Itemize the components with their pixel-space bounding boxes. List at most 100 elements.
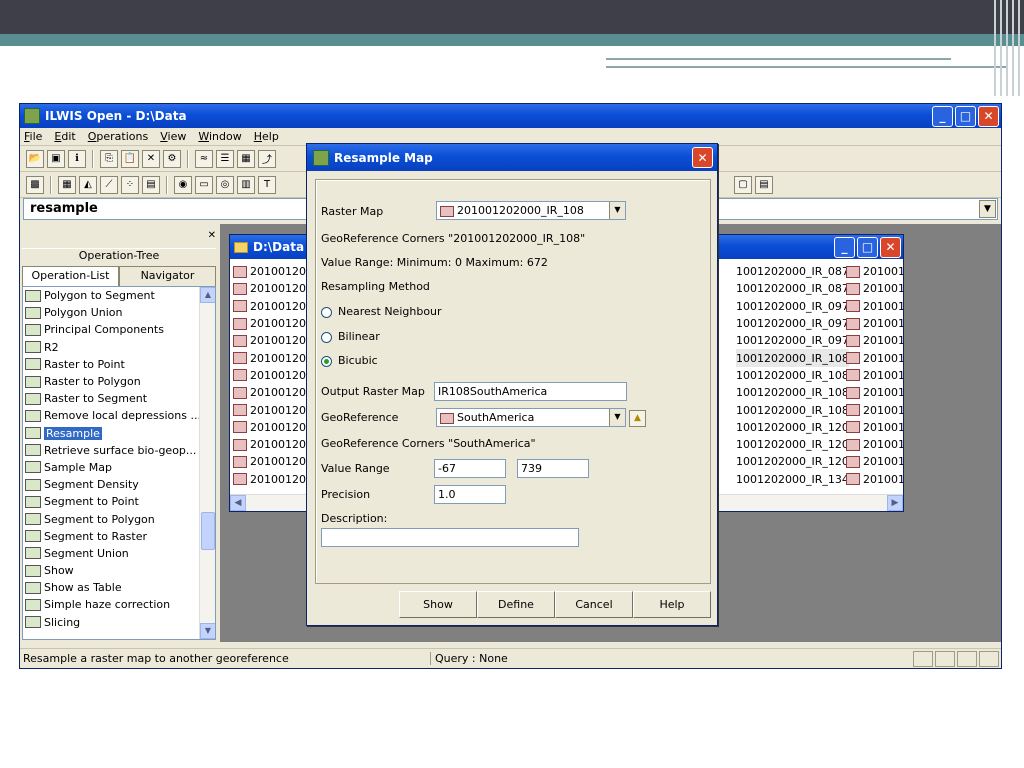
up-folder-icon[interactable]: ⤴	[258, 149, 276, 168]
catalog-item[interactable]: 201001201	[233, 298, 313, 315]
operation-list-item[interactable]: Raster to Segment	[23, 390, 215, 407]
folder-icon[interactable]: ▢	[734, 175, 752, 194]
catalog-item[interactable]: 2010012	[846, 453, 903, 470]
tab-operation-tree[interactable]: Operation-Tree	[22, 248, 216, 268]
output-raster-map-input[interactable]: IR108SouthAmerica	[434, 382, 627, 401]
catalog-item[interactable]: 1001202000_IR_108	[736, 367, 849, 384]
operation-list-item[interactable]: Retrieve surface bio-geop...	[23, 442, 215, 459]
catalog-item[interactable]: 2010012	[846, 298, 903, 315]
catalog-item[interactable]: 1001202000_IR_120	[736, 453, 849, 470]
minimize-button[interactable]: _	[932, 105, 953, 127]
sample-set-icon[interactable]: ◎	[216, 175, 234, 194]
operation-list-item[interactable]: Principal Components	[23, 321, 215, 338]
operation-list-item[interactable]: Segment Union	[23, 545, 215, 562]
catalog-item[interactable]: 201001201	[233, 280, 313, 297]
menu-operations[interactable]: Operations	[88, 130, 149, 143]
map-view-icon[interactable]: ◉	[174, 175, 192, 194]
operation-list-item[interactable]: Show	[23, 562, 215, 579]
value-range-max-input[interactable]: 739	[517, 459, 589, 478]
catalog-item[interactable]: 2010012	[846, 401, 903, 418]
operation-list-item[interactable]: Resample	[23, 425, 215, 442]
main-titlebar[interactable]: ILWIS Open - D:\Data _ □ ✕	[20, 104, 1001, 128]
chevron-down-icon[interactable]: ▼	[609, 202, 625, 219]
operation-list-item[interactable]: Sample Map	[23, 459, 215, 476]
operation-list-item[interactable]: Segment Density	[23, 476, 215, 493]
map-list-icon[interactable]: ▭	[195, 175, 213, 194]
create-georeference-button[interactable]: ▲	[629, 410, 646, 427]
catalog-item[interactable]: 2010012	[846, 280, 903, 297]
cancel-button[interactable]: Cancel	[555, 591, 633, 618]
catalog-item[interactable]: 201001201	[233, 367, 313, 384]
catalog-item[interactable]: 1001202000_IR_108	[736, 349, 849, 367]
catalog-item[interactable]: 201001201	[233, 384, 313, 401]
tab-navigator[interactable]: Navigator	[119, 266, 216, 286]
close-button[interactable]: ✕	[880, 236, 901, 258]
scroll-up-icon[interactable]: ▲	[200, 287, 215, 303]
raster-map-icon[interactable]: ▦	[58, 175, 76, 194]
catalog-item[interactable]: 2010012	[846, 315, 903, 332]
catalog-item[interactable]: 2010012	[846, 263, 903, 280]
catalog-item[interactable]: 201001201	[233, 401, 313, 418]
table-icon[interactable]: ▤	[142, 175, 160, 194]
catalog-item[interactable]: 201001201	[233, 315, 313, 332]
catalog-item[interactable]: 2010012	[846, 384, 903, 401]
menu-view[interactable]: View	[160, 130, 186, 143]
tab-operation-list[interactable]: Operation-List	[22, 266, 119, 286]
segment-map-icon[interactable]: ⟋	[100, 175, 118, 194]
operation-list-scrollbar[interactable]: ▲ ▼	[199, 287, 215, 639]
close-button[interactable]: ✕	[978, 105, 999, 127]
details-icon[interactable]: ▦	[237, 149, 255, 168]
catalog-item[interactable]: 1001202000_IR_097	[736, 332, 849, 349]
script-icon[interactable]: ▥	[237, 175, 255, 194]
ilwis-icon[interactable]: ▩	[26, 175, 44, 194]
point-map-icon[interactable]: ⁘	[121, 175, 139, 194]
operation-list-item[interactable]: Polygon Union	[23, 304, 215, 321]
operation-list-item[interactable]: Remove local depressions ...	[23, 407, 215, 424]
maximize-button[interactable]: □	[857, 236, 878, 258]
show-button[interactable]: Show	[399, 591, 477, 618]
menu-edit[interactable]: Edit	[54, 130, 75, 143]
catalog-item[interactable]: 201001201	[233, 436, 313, 453]
annotation-icon[interactable]: ▤	[755, 175, 773, 194]
catalog-item[interactable]: 2010012	[846, 471, 903, 488]
scroll-left-icon[interactable]: ◀	[230, 495, 246, 511]
copy-icon[interactable]: ⎘	[100, 149, 118, 168]
catalog-item[interactable]: 2010012	[846, 419, 903, 436]
radio-bilinear[interactable]: Bilinear	[321, 330, 380, 343]
menu-window[interactable]: Window	[198, 130, 241, 143]
catalog-item[interactable]: 201001201	[233, 419, 313, 436]
operation-list-item[interactable]: Segment to Polygon	[23, 510, 215, 527]
operation-list-item[interactable]: Simple haze correction	[23, 596, 215, 613]
operation-list-item[interactable]: Raster to Point	[23, 356, 215, 373]
paste-icon[interactable]: 📋	[121, 149, 139, 168]
dialog-titlebar[interactable]: Resample Map ✕	[307, 144, 717, 171]
catalog-item[interactable]: 201001201	[233, 349, 313, 366]
catalog-item[interactable]: 201001201	[233, 453, 313, 470]
delete-icon[interactable]: ✕	[142, 149, 160, 168]
catalog-item[interactable]: 1001202000_IR_120	[736, 436, 849, 453]
radio-bicubic[interactable]: Bicubic	[321, 354, 378, 367]
chevron-down-icon[interactable]: ▼	[609, 409, 625, 426]
georeference-select[interactable]: SouthAmerica ▼	[436, 408, 626, 427]
operation-list[interactable]: Polygon to Segment Polygon Union Principal…	[22, 286, 216, 640]
operation-list-item[interactable]: Slicing	[23, 614, 215, 631]
catalog-item[interactable]: 1001202000_IR_108	[736, 384, 849, 401]
catalog-item[interactable]: 1001202000_IR_108	[736, 401, 849, 418]
operation-list-item[interactable]: Segment to Point	[23, 493, 215, 510]
path-icon[interactable]: ≈	[195, 149, 213, 168]
list-icon[interactable]: ☰	[216, 149, 234, 168]
help-button[interactable]: Help	[633, 591, 711, 618]
catalog-item[interactable]: 201001201	[233, 332, 313, 349]
operation-list-item[interactable]: Show as Table	[23, 579, 215, 596]
define-button[interactable]: Define	[477, 591, 555, 618]
chevron-down-icon[interactable]: ▼	[979, 200, 996, 218]
catalog-item[interactable]: 1001202000_IR_134	[736, 471, 849, 488]
value-range-min-input[interactable]: -67	[434, 459, 506, 478]
settings-icon[interactable]: ⚙	[163, 149, 181, 168]
operation-list-item[interactable]: Segment to Raster	[23, 528, 215, 545]
operation-list-item[interactable]: Raster to Polygon	[23, 373, 215, 390]
menu-file[interactable]: File	[24, 130, 42, 143]
catalog-item[interactable]: 201001201	[233, 263, 313, 280]
polygon-map-icon[interactable]: ◭	[79, 175, 97, 194]
operation-list-item[interactable]: Polygon to Segment	[23, 287, 215, 304]
